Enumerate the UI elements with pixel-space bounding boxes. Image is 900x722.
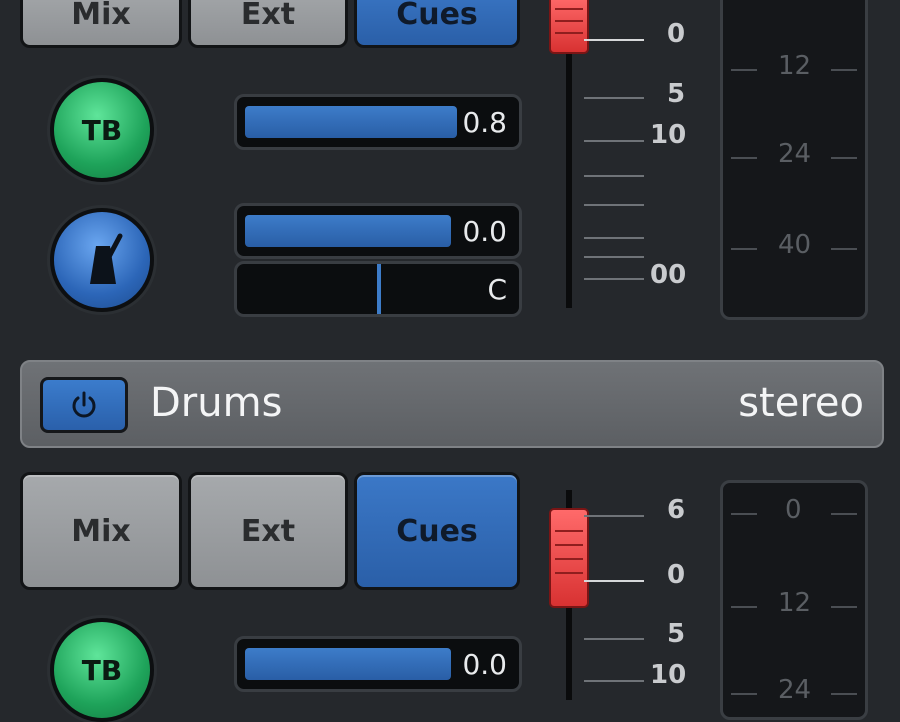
- metronome-icon: [90, 233, 123, 284]
- channel-type: stereo: [738, 380, 864, 426]
- click-pan-value: C: [487, 272, 507, 306]
- click-level-value: 0.0: [462, 214, 507, 248]
- click-level-bar[interactable]: 0.0: [234, 203, 522, 259]
- talkback-level-value: 0.8: [462, 105, 507, 139]
- channel-header: Drums stereo: [20, 360, 884, 448]
- top-fader-label-inf: 00: [650, 260, 687, 290]
- top-mix-button[interactable]: Mix: [20, 0, 182, 48]
- channel-name: Drums: [150, 380, 283, 426]
- bottom-fader-label-5: 5: [667, 619, 686, 649]
- top-talkback-level-bar[interactable]: 0.8: [234, 94, 522, 150]
- power-icon: [72, 391, 96, 418]
- click-button[interactable]: [50, 208, 154, 312]
- bottom-talkback-button[interactable]: TB: [50, 618, 154, 722]
- bottom-level-meter: 0 12 24: [720, 480, 868, 720]
- bottom-cues-button[interactable]: Cues: [354, 472, 520, 590]
- bottom-mix-button[interactable]: Mix: [20, 472, 182, 590]
- top-talkback-button[interactable]: TB: [50, 78, 154, 182]
- bottom-fader-handle[interactable]: [549, 508, 589, 608]
- channel-power-button[interactable]: [40, 377, 128, 433]
- top-level-meter: 12 24 40: [720, 0, 868, 320]
- bottom-fader-label-0: 0: [667, 560, 686, 590]
- top-fader-label-10: 10: [650, 120, 687, 150]
- top-cues-button[interactable]: Cues: [354, 0, 520, 48]
- bottom-talkback-level-bar[interactable]: 0.0: [234, 636, 522, 692]
- top-fader-handle[interactable]: [549, 0, 589, 54]
- bottom-fader-label-6: 6: [667, 495, 686, 525]
- bottom-fader-label-10: 10: [650, 660, 687, 690]
- bottom-ext-button[interactable]: Ext: [188, 472, 348, 590]
- click-pan-bar[interactable]: C: [234, 261, 522, 317]
- top-fader-label-5: 5: [667, 79, 686, 109]
- top-fader-label-0: 0: [667, 19, 686, 49]
- bottom-talkback-level-value: 0.0: [462, 647, 507, 681]
- top-ext-button[interactable]: Ext: [188, 0, 348, 48]
